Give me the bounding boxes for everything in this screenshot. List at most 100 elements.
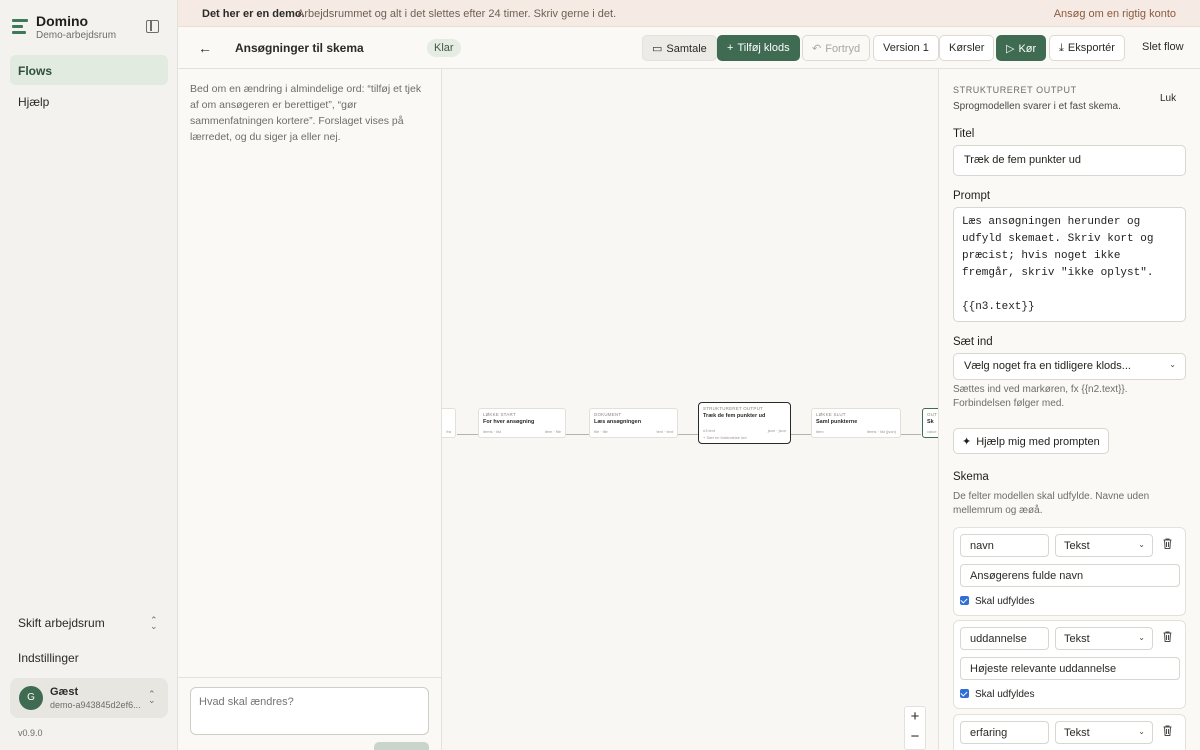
chat-bubble-icon: ▭ (652, 43, 663, 55)
avatar: G (19, 686, 43, 710)
trash-icon[interactable] (1163, 631, 1172, 642)
run-button[interactable]: ▷ Kør (996, 35, 1047, 61)
prompt-label: Prompt (953, 190, 991, 202)
trash-icon[interactable] (1163, 538, 1172, 549)
node-kind: LØKKE START (483, 412, 516, 417)
collapse-sidebar-icon[interactable] (146, 20, 159, 33)
node-title: Saml punkterne (816, 419, 858, 425)
user-id: demo-a943845d2ef6... (50, 700, 141, 710)
node-port-in: value (927, 429, 937, 434)
chevron-down-icon: ⌄ (1138, 727, 1145, 736)
chevron-up-down-icon: ⌃ ⌄ (148, 689, 156, 705)
flow-node[interactable]: fra (442, 408, 456, 438)
required-checkbox[interactable]: Skal udfyldes (960, 596, 1034, 607)
chat-button[interactable]: ▭ Samtale (642, 35, 717, 61)
download-icon: ⤓ (1059, 42, 1064, 54)
flow-canvas[interactable]: fra LØKKE START For hver ansøgning items… (442, 69, 938, 750)
field-name-input[interactable]: navn (960, 534, 1049, 557)
prompt-help-label: Hjælp mig med prompten (976, 436, 1100, 448)
field-description-input[interactable]: Ansøgerens fulde navn (960, 564, 1180, 587)
delete-flow-button[interactable]: Slet flow (1133, 35, 1193, 61)
edge (791, 434, 813, 435)
field-name-input[interactable]: erfaring (960, 721, 1049, 744)
domino-logo-icon (12, 19, 28, 35)
flow-node[interactable]: LØKKE SLUT Saml punkterne item items · l… (811, 408, 901, 438)
required-checkbox[interactable]: Skal udfyldes (960, 689, 1034, 700)
banner-text: Arbejdsrummet og alt i det slettes efter… (297, 8, 617, 20)
field-name-input[interactable]: uddannelse (960, 627, 1049, 650)
chevron-down-icon: ⌄ (1169, 360, 1176, 369)
chevron-up-down-icon: ⌃ ⌄ (150, 615, 158, 631)
chevron-down-icon: ⌄ (1138, 633, 1145, 642)
sidebar-item-hjaelp[interactable]: Hjælp (10, 86, 168, 116)
node-port-out: items · list (json) (866, 429, 896, 434)
zoom-controls: + − (904, 706, 926, 750)
add-block-button[interactable]: + Tilføj klods (717, 35, 800, 61)
insert-connection-link[interactable]: + Sæt en forbindelse ind (703, 435, 746, 440)
block-description: Sprogmodellen svarer i et fast skema. (953, 101, 1121, 112)
trash-icon[interactable] (1163, 725, 1172, 736)
node-port-in: file · file (594, 429, 608, 434)
node-kind: DOKUMENT (594, 412, 622, 417)
field-type-value: Tekst (1064, 633, 1090, 645)
sidebar: Domino Demo-arbejdsrum Flows Hjælp Skift… (0, 0, 178, 750)
node-port-in: item (816, 429, 824, 434)
node-port-in: n3.text (703, 428, 716, 433)
node-port-out: text · text (656, 429, 673, 434)
demo-banner: Det her er en demo. Arbejdsrummet og alt… (178, 0, 1200, 27)
required-label: Skal udfyldes (975, 689, 1035, 700)
back-arrow-icon[interactable]: ← (198, 40, 212, 56)
field-description-input[interactable]: Højeste relevante uddannelse (960, 657, 1180, 680)
node-port-out: json · json (767, 428, 786, 433)
flow-node[interactable]: LØKKE START For hver ansøgning items · l… (478, 408, 566, 438)
export-button[interactable]: ⤓ Eksportér (1049, 35, 1125, 61)
settings-link[interactable]: Indstillinger (18, 651, 79, 665)
workspace-name: Demo-arbejdsrum (36, 30, 117, 41)
prompt-textarea[interactable]: Læs ansøgningen herunder og udfyld skema… (953, 207, 1186, 322)
insert-help: Sættes ind ved markøren, fx {{n2.text}}.… (953, 384, 1128, 409)
runs-button[interactable]: Kørsler (939, 35, 995, 61)
zoom-in-button[interactable]: + (905, 707, 925, 727)
close-panel-button[interactable]: Luk (1160, 93, 1176, 104)
app-name: Domino (36, 13, 89, 29)
required-label: Skal udfyldes (975, 596, 1035, 607)
request-account-link[interactable]: Ansøg om en rigtig konto (1054, 8, 1176, 20)
sidebar-item-flows[interactable]: Flows (10, 55, 168, 85)
undo-button[interactable]: ↶ Fortryd (802, 35, 871, 61)
title-input[interactable]: Træk de fem punkter ud (953, 145, 1186, 176)
node-kind: LØKKE SLUT (816, 412, 846, 417)
prompt-help-button[interactable]: ✦ Hjælp mig med prompten (953, 428, 1109, 454)
field-type-select[interactable]: Tekst ⌄ (1055, 721, 1153, 744)
field-type-select[interactable]: Tekst ⌄ (1055, 534, 1153, 557)
sparkle-icon: ✦ (962, 436, 972, 448)
insert-select-value: Vælg noget fra en tidligere klods... (964, 360, 1131, 372)
flow-toolbar: ← Ansøgninger til skema Klar ▭ Samtale + T… (178, 27, 1200, 69)
switch-workspace-button[interactable]: Skift arbejdsrum (18, 616, 105, 630)
node-port-out: item · file (544, 429, 561, 434)
version-button[interactable]: Version 1 (873, 35, 939, 61)
node-port-in: items · list (483, 429, 501, 434)
undo-icon: ↶ (812, 43, 822, 55)
checkbox-checked-icon (960, 596, 969, 605)
schema-label: Skema (953, 471, 989, 483)
user-menu[interactable]: G Gæst demo-a943845d2ef6... ⌃ ⌄ (10, 678, 168, 718)
flow-node-selected[interactable]: STRUKTURERET OUTPUT Træk de fem punkter … (698, 402, 791, 444)
flow-node[interactable]: DOKUMENT Læs ansøgningen file · file tex… (589, 408, 678, 438)
insert-label: Sæt ind (953, 336, 993, 348)
node-title: Træk de fem punkter ud (703, 413, 766, 419)
node-title: Læs ansøgningen (594, 419, 642, 425)
zoom-out-button[interactable]: − (905, 727, 925, 747)
node-kind: OUT (927, 412, 938, 417)
flow-node[interactable]: OUT Sk value (922, 408, 938, 438)
schema-help: De felter modellen skal udfylde. Navne u… (953, 491, 1150, 516)
chevron-down-icon: ⌄ (1138, 540, 1145, 549)
title-label: Titel (953, 128, 975, 140)
insert-select[interactable]: Vælg noget fra en tidligere klods... ⌄ (953, 353, 1186, 380)
send-button[interactable] (374, 742, 429, 750)
field-type-value: Tekst (1064, 540, 1090, 552)
field-type-select[interactable]: Tekst ⌄ (1055, 627, 1153, 650)
field-type-value: Tekst (1064, 727, 1090, 739)
chat-button-label: Samtale (666, 43, 707, 55)
chat-input[interactable] (190, 687, 429, 735)
export-label: Eksportér (1067, 42, 1115, 54)
